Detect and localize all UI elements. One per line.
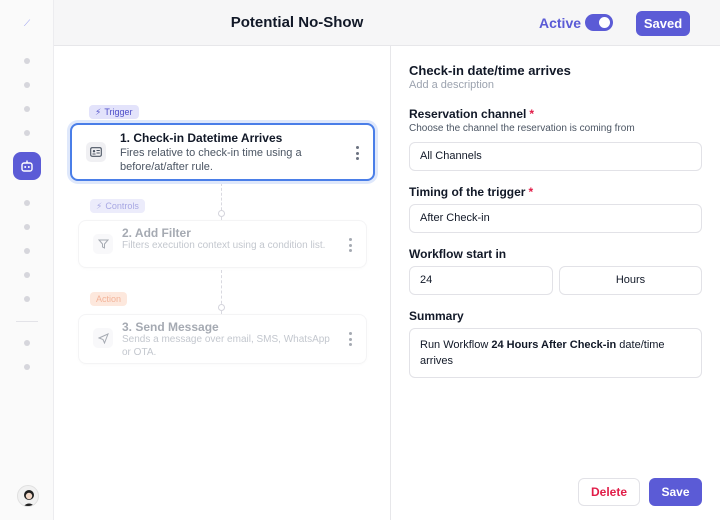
top-bar: Potential No-Show Active Saved [54, 0, 720, 46]
workflow-node-filter[interactable]: 2. Add Filter Filters execution context … [78, 220, 367, 268]
trigger-pill-label: Trigger [104, 107, 133, 117]
node-description: Fires relative to check-in time using a … [120, 147, 302, 173]
active-toggle[interactable] [585, 14, 613, 31]
workflow-node-send-message[interactable]: 3. Send Message Sends a message over ema… [78, 314, 367, 364]
more-options-icon[interactable] [348, 332, 352, 346]
panel-description[interactable]: Add a description [409, 79, 494, 91]
send-icon [93, 328, 113, 348]
avatar[interactable] [17, 485, 39, 507]
summary-label: Summary [409, 309, 464, 323]
active-label: Active [539, 15, 582, 31]
sidebar: ⟋ [0, 0, 54, 520]
action-pill-label: Action [96, 294, 122, 304]
action-pill: Action [90, 292, 128, 306]
user-avatar-icon [23, 490, 35, 506]
saved-button[interactable]: Saved [636, 11, 690, 36]
nav-item-10[interactable] [24, 340, 30, 346]
start-amount-input[interactable]: 24 [409, 266, 553, 295]
save-button[interactable]: Save [649, 478, 702, 506]
node-title: 3. Send Message [122, 320, 219, 334]
bolt-icon: ⚡︎ [96, 201, 103, 211]
channel-help: Choose the channel the reservation is co… [409, 123, 635, 134]
panel-title: Check-in date/time arrives [409, 63, 571, 78]
bot-icon [21, 160, 33, 172]
node-title: 2. Add Filter [122, 226, 191, 240]
channel-label: Reservation channel * [409, 107, 535, 121]
sidebar-item-automations[interactable] [13, 152, 41, 180]
connector-dot [218, 304, 225, 311]
delete-button[interactable]: Delete [578, 478, 640, 506]
summary-box: Run Workflow 24 Hours After Check-in dat… [409, 328, 702, 378]
workflow-canvas[interactable]: ⚡︎ Trigger 1. Check-in Datetime Arrives … [54, 46, 390, 520]
node-description: Sends a message over email, SMS, WhatsAp… [122, 334, 330, 358]
page-title: Potential No-Show [230, 14, 364, 31]
sidebar-divider [16, 321, 38, 322]
nav-item-9[interactable] [24, 296, 30, 302]
properties-panel: Check-in date/time arrives Add a descrip… [391, 46, 720, 520]
nav-item-6[interactable] [24, 224, 30, 230]
toggle-knob [599, 17, 610, 28]
nav-item-2[interactable] [24, 82, 30, 88]
start-unit-select[interactable]: Hours [559, 266, 702, 295]
id-card-icon [86, 142, 106, 162]
more-options-icon[interactable] [348, 238, 352, 252]
filter-icon [93, 234, 113, 254]
connector-dot [218, 210, 225, 217]
nav-item-1[interactable] [24, 58, 30, 64]
node-title: 1. Check-in Datetime Arrives [120, 131, 283, 145]
controls-pill: ⚡︎ Controls [90, 199, 145, 213]
start-label: Workflow start in [409, 247, 507, 261]
nav-item-3[interactable] [24, 106, 30, 112]
node-description: Filters execution context using a condit… [122, 240, 326, 251]
timing-label: Timing of the trigger * [409, 185, 534, 199]
workflow-node-trigger[interactable]: 1. Check-in Datetime Arrives Fires relat… [70, 123, 375, 181]
timing-select[interactable]: After Check-in [409, 204, 702, 233]
nav-item-7[interactable] [24, 248, 30, 254]
nav-item-8[interactable] [24, 272, 30, 278]
more-options-icon[interactable] [355, 146, 359, 160]
logo-icon[interactable]: ⟋ [22, 18, 32, 28]
bolt-icon: ⚡︎ [95, 107, 102, 117]
nav-item-11[interactable] [24, 364, 30, 370]
trigger-pill: ⚡︎ Trigger [89, 105, 139, 119]
channel-select[interactable]: All Channels [409, 142, 702, 171]
nav-item-4[interactable] [24, 130, 30, 136]
controls-pill-label: Controls [105, 201, 139, 211]
nav-item-5[interactable] [24, 200, 30, 206]
